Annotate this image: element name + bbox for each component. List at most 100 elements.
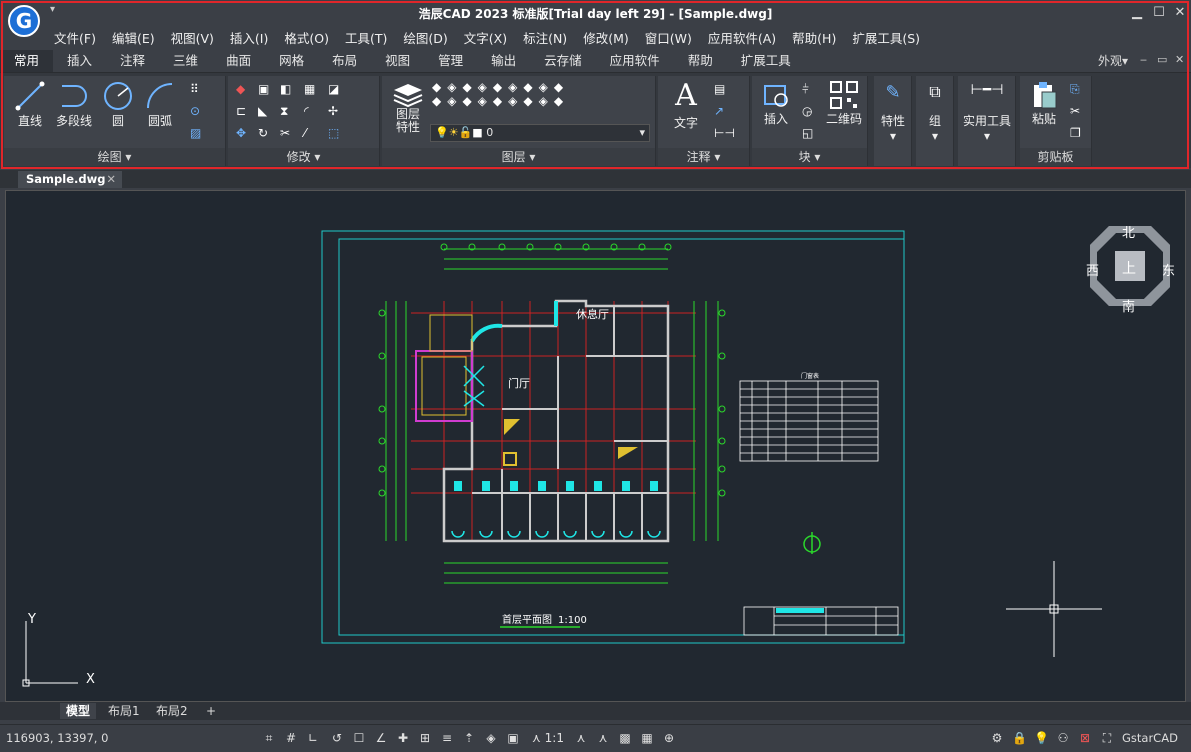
ribbon-restore-button[interactable]: ▭	[1157, 53, 1167, 66]
block-panel-title[interactable]: 块 ▾	[752, 148, 867, 166]
rotate-icon[interactable]: ↻	[258, 126, 274, 140]
otrack-icon[interactable]: ∠	[374, 731, 388, 745]
viewcube-top-face[interactable]: 上	[1122, 258, 1136, 278]
paste-tool[interactable]: 粘贴	[1024, 80, 1064, 127]
table-icon[interactable]: ▤	[714, 82, 730, 96]
mirror2-icon[interactable]: ⧗	[280, 104, 296, 118]
block-edit-icon[interactable]: ⫩	[802, 82, 818, 96]
menu-format[interactable]: 格式(O)	[276, 28, 337, 50]
block-create-icon[interactable]: ◶	[802, 104, 818, 118]
workspace-icon[interactable]: ▩	[618, 731, 632, 745]
menu-file[interactable]: 文件(F)	[46, 28, 104, 50]
tab-help[interactable]: 帮助	[674, 50, 727, 72]
erase-icon[interactable]: ◆	[236, 82, 252, 96]
layer-properties-tool[interactable]: 图层 特性	[388, 80, 428, 134]
utilities-tool[interactable]: ⊢━⊣ 实用工具 ▾	[958, 82, 1016, 143]
maximize-button[interactable]: ☐	[1150, 4, 1168, 22]
draw-panel-title[interactable]: 绘图 ▾	[4, 148, 225, 166]
ribbon-minimize-button[interactable]: ‒	[1140, 53, 1147, 66]
osnap-icon[interactable]: ☐	[352, 731, 366, 745]
layout-tab-1[interactable]: 布局1	[102, 703, 146, 719]
polyline-tool[interactable]: 多段线	[52, 80, 96, 129]
menu-edit[interactable]: 编辑(E)	[104, 28, 163, 50]
hardware-accel-icon[interactable]: 💡	[1034, 731, 1049, 745]
minimize-button[interactable]: ▁	[1128, 4, 1146, 22]
menu-dimension[interactable]: 标注(N)	[515, 28, 575, 50]
menu-modify[interactable]: 修改(M)	[575, 28, 637, 50]
modify-panel-title[interactable]: 修改 ▾	[228, 148, 379, 166]
menu-draw[interactable]: 绘图(D)	[395, 28, 455, 50]
leader-icon[interactable]: ↗	[714, 104, 730, 118]
menu-tools[interactable]: 工具(T)	[337, 28, 395, 50]
selection-cycling-icon[interactable]: ⇡	[462, 731, 476, 745]
properties-tool[interactable]: ✎ 特性 ▾	[874, 82, 912, 143]
move-icon[interactable]: ✥	[236, 126, 252, 140]
lineweight-icon[interactable]: ≡	[440, 731, 454, 745]
annotation-monitor-icon[interactable]: ▣	[506, 731, 520, 745]
tab-surface[interactable]: 曲面	[212, 50, 265, 72]
document-tab[interactable]: Sample.dwg ✕	[18, 171, 122, 188]
copy-icon[interactable]: ▣	[258, 82, 274, 96]
scale-icon[interactable]: ◣	[258, 104, 274, 118]
polar-icon[interactable]: ↺	[330, 731, 344, 745]
qrcode-tool[interactable]: 二维码	[822, 80, 866, 127]
layers-panel-title[interactable]: 图层 ▾	[382, 148, 655, 166]
group-tool[interactable]: ⧉ 组 ▾	[916, 82, 954, 143]
copy-clip-icon[interactable]: ⎘	[1070, 82, 1086, 96]
tab-home[interactable]: 常用	[0, 50, 54, 72]
layout-tab-model[interactable]: 模型	[60, 703, 97, 719]
tab-mesh[interactable]: 网格	[265, 50, 318, 72]
dyn-icon[interactable]: ⊞	[418, 731, 432, 745]
tab-manage[interactable]: 管理	[424, 50, 477, 72]
menu-view[interactable]: 视图(V)	[163, 28, 222, 50]
offset-icon[interactable]: ⊏	[236, 104, 252, 118]
cut-icon[interactable]: ✂	[1070, 104, 1086, 118]
settings-icon[interactable]: ⚙	[990, 731, 1004, 745]
layers-status-icon[interactable]: ◈	[484, 731, 498, 745]
isolate-icon[interactable]: ⊕	[662, 731, 676, 745]
tab-apps[interactable]: 应用软件	[596, 50, 674, 72]
annotation-panel-title[interactable]: 注释 ▾	[658, 148, 749, 166]
auto-scale-icon[interactable]: ⋏	[596, 731, 610, 745]
compass-west[interactable]: 西	[1086, 260, 1099, 279]
trim-icon[interactable]: ✂	[280, 126, 296, 140]
fillet-icon[interactable]: ◜	[304, 104, 320, 118]
compass-north[interactable]: 北	[1122, 222, 1135, 241]
document-close-icon[interactable]: ✕	[106, 171, 116, 188]
tab-annotate[interactable]: 注释	[106, 50, 159, 72]
stretch-icon[interactable]: ◪	[328, 82, 344, 96]
insert-block-tool[interactable]: 插入	[756, 80, 796, 127]
circle-tool[interactable]: 圆	[100, 80, 136, 129]
annotation-visibility-icon[interactable]: ⋏	[574, 731, 588, 745]
ducs-icon[interactable]: ✚	[396, 731, 410, 745]
snap-icon[interactable]: #	[284, 731, 298, 745]
menu-window[interactable]: 窗口(W)	[637, 28, 700, 50]
tab-output[interactable]: 输出	[477, 50, 530, 72]
drawing-canvas[interactable]: 休息厅 门厅 首层平面图 1:100 门窗表 Y X	[5, 190, 1186, 702]
hatch-icon[interactable]: ▨	[190, 126, 206, 140]
tab-layout[interactable]: 布局	[318, 50, 371, 72]
isolate-objects-icon[interactable]: ⚇	[1056, 731, 1070, 745]
layer-tools-icons[interactable]: ◆◈◆◈◆◈◆◈◆ ◆◈◆◈◆◈◆◈◆	[432, 80, 652, 120]
tab-cloud[interactable]: 云存储	[530, 50, 596, 72]
layout-tab-2[interactable]: 布局2	[150, 703, 194, 719]
ellipse-icon[interactable]: ⊙	[190, 104, 206, 118]
tab-extensions[interactable]: 扩展工具	[727, 50, 805, 72]
line-tool[interactable]: 直线	[10, 80, 50, 129]
menu-text[interactable]: 文字(X)	[456, 28, 515, 50]
notification-icon[interactable]: ⊠	[1078, 731, 1092, 745]
points-icon[interactable]: ⠿	[190, 82, 206, 96]
arc-tool[interactable]: 圆弧	[142, 80, 178, 129]
tab-3d[interactable]: 三维	[159, 50, 212, 72]
layout-tab-add[interactable]: +	[200, 703, 222, 719]
menu-help[interactable]: 帮助(H)	[784, 28, 844, 50]
array-icon[interactable]: ▦	[304, 82, 320, 96]
break-icon[interactable]: ⁄	[304, 126, 320, 140]
close-button[interactable]: ✕	[1171, 4, 1189, 22]
compass-south[interactable]: 南	[1122, 296, 1135, 315]
menu-insert[interactable]: 插入(I)	[222, 28, 276, 50]
mirror-icon[interactable]: ◧	[280, 82, 296, 96]
grid-icon[interactable]: ⌗	[262, 731, 276, 745]
ribbon-close-button[interactable]: ✕	[1175, 53, 1184, 66]
select-icon[interactable]: ⬚	[328, 126, 344, 140]
